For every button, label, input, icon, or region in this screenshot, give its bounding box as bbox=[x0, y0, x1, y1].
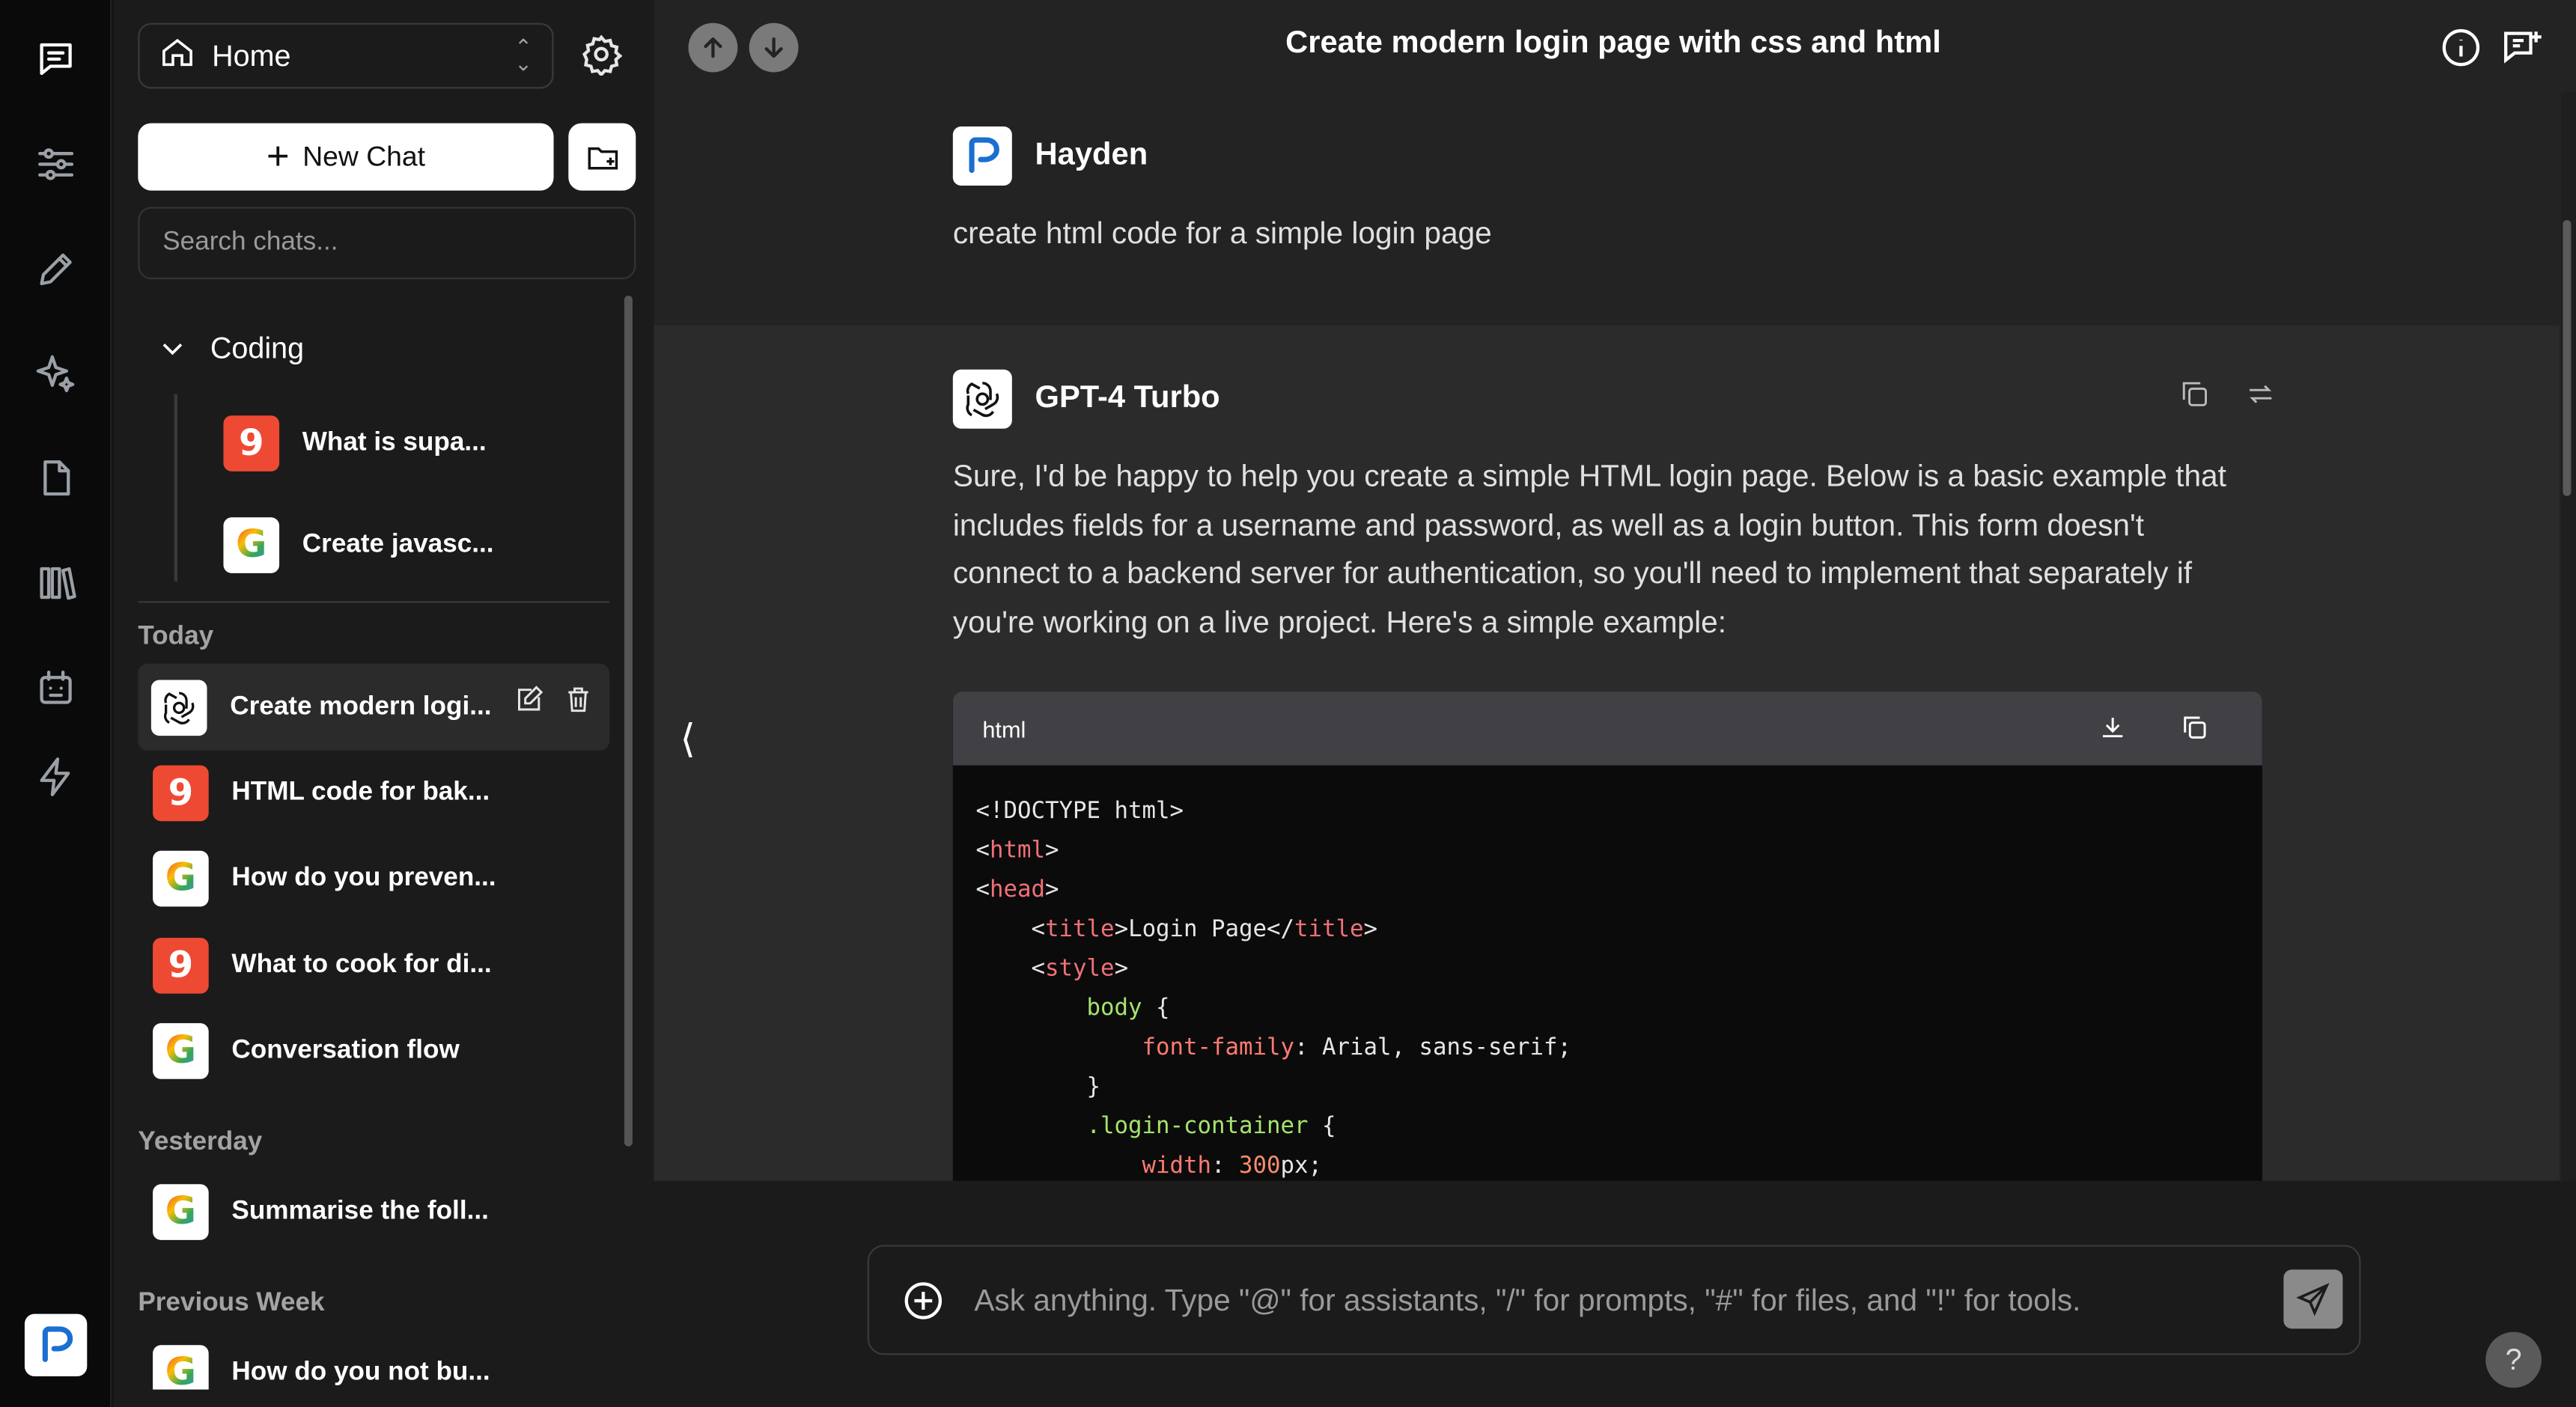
message-actions bbox=[2178, 378, 2277, 411]
pencil-icon[interactable] bbox=[26, 239, 85, 299]
model-avatar-icon: 9 bbox=[153, 938, 209, 994]
list-item[interactable]: 9 What is supa... bbox=[223, 406, 487, 481]
model-avatar-icon: 9 bbox=[153, 765, 209, 822]
list-item-active[interactable]: Create modern logi... bbox=[138, 663, 610, 751]
message-text: Sure, I'd be happy to help you create a … bbox=[952, 458, 2226, 639]
edit-icon[interactable] bbox=[514, 685, 544, 715]
chevron-down-icon bbox=[158, 333, 188, 363]
collapse-sidebar-icon[interactable]: ⟨ bbox=[680, 716, 696, 764]
regenerate-icon[interactable] bbox=[2244, 378, 2277, 411]
chat-list[interactable]: Coding 9 What is supa... G Create javasc… bbox=[138, 305, 636, 1390]
workspace-select[interactable]: Home ⌃ ⌄ bbox=[138, 22, 554, 89]
chat-header: Create modern login page with css and ht… bbox=[654, 0, 2576, 92]
page-title: Create modern login page with css and ht… bbox=[1285, 26, 1941, 61]
chat-item-label: Create javasc... bbox=[302, 530, 494, 559]
list-item[interactable]: 9 HTML code for bak... bbox=[153, 755, 490, 831]
home-icon bbox=[159, 34, 195, 78]
send-button[interactable] bbox=[2283, 1269, 2343, 1329]
divider bbox=[138, 601, 610, 603]
code-block: html <!DOCTYPE html> <html> <head> <titl… bbox=[952, 691, 2262, 1181]
workspace-label: Home bbox=[212, 38, 291, 72]
gear-icon[interactable] bbox=[576, 30, 626, 79]
code-header: html bbox=[952, 691, 2262, 766]
add-attachment-icon[interactable] bbox=[902, 1280, 945, 1322]
sidebar-scrollbar[interactable] bbox=[624, 296, 633, 1147]
download-icon[interactable] bbox=[2098, 712, 2128, 742]
chat-sidebar: Home ⌃⌄ + New Chat Coding 9 What is su bbox=[113, 0, 654, 1407]
chat-item-label: How do you not bu... bbox=[231, 1358, 490, 1387]
help-button[interactable]: ? bbox=[2485, 1331, 2542, 1388]
copy-icon[interactable] bbox=[2178, 378, 2211, 411]
code-content[interactable]: <!DOCTYPE html> <html> <head> <title>Log… bbox=[953, 766, 2262, 1181]
chat-main: Create modern login page with css and ht… bbox=[654, 0, 2576, 1407]
model-avatar-icon: 9 bbox=[223, 415, 280, 471]
code-language: html bbox=[982, 715, 1026, 742]
sliders-icon[interactable] bbox=[26, 135, 85, 194]
google-icon: G bbox=[153, 1345, 209, 1390]
new-chat-label: New Chat bbox=[302, 140, 426, 172]
file-icon[interactable] bbox=[26, 448, 85, 507]
user-message: Hayden create html code for a simple log… bbox=[654, 91, 2560, 326]
user-avatar bbox=[952, 126, 1012, 186]
section-label-yesterday: Yesterday bbox=[138, 1128, 263, 1156]
chevron-updown-icon: ⌃ ⌄ bbox=[514, 34, 533, 76]
list-item[interactable]: G How do you preven... bbox=[153, 841, 496, 917]
google-icon: G bbox=[153, 850, 209, 907]
message-sender: Hayden bbox=[952, 126, 1148, 186]
folder-coding[interactable]: Coding bbox=[158, 322, 304, 374]
list-item[interactable]: G Summarise the foll... bbox=[153, 1174, 489, 1250]
chat-item-label: Conversation flow bbox=[231, 1036, 460, 1065]
folder-name: Coding bbox=[210, 331, 305, 364]
info-icon[interactable] bbox=[2440, 26, 2482, 69]
sender-name: Hayden bbox=[1035, 138, 1148, 173]
chat-item-label: What is supa... bbox=[302, 428, 487, 457]
plus-icon: + bbox=[266, 133, 290, 179]
list-item[interactable]: G How do you not bu... bbox=[153, 1335, 490, 1390]
section-label-previous-week: Previous Week bbox=[138, 1289, 325, 1318]
search-input[interactable] bbox=[138, 207, 636, 280]
sparkles-icon[interactable] bbox=[26, 344, 85, 403]
app-logo[interactable] bbox=[24, 1313, 88, 1377]
list-item[interactable]: 9 What to cook for di... bbox=[153, 928, 492, 1004]
trash-icon[interactable] bbox=[564, 685, 594, 715]
list-item[interactable]: G Create javasc... bbox=[223, 507, 494, 583]
chat-item-label: What to cook for di... bbox=[231, 950, 492, 979]
chat-item-label: HTML code for bak... bbox=[231, 778, 490, 807]
new-folder-button[interactable] bbox=[568, 123, 636, 191]
new-chat-button[interactable]: + New Chat bbox=[138, 123, 554, 191]
chat-item-label: Create modern logi... bbox=[230, 692, 492, 721]
sender-name: GPT-4 Turbo bbox=[1035, 381, 1220, 416]
bot-icon[interactable] bbox=[26, 659, 85, 718]
google-icon: G bbox=[153, 1184, 209, 1240]
composer-area: ? bbox=[654, 1180, 2576, 1407]
openai-icon bbox=[150, 679, 207, 736]
chat-bubble-icon[interactable] bbox=[26, 30, 85, 89]
new-message-icon[interactable] bbox=[2500, 26, 2543, 69]
folder-tree-line bbox=[174, 394, 178, 582]
google-icon: G bbox=[153, 1023, 209, 1079]
message-sender: GPT-4 Turbo bbox=[952, 369, 1220, 429]
copy-icon[interactable] bbox=[2180, 712, 2210, 742]
section-label-today: Today bbox=[138, 622, 214, 651]
chat-scrollbar[interactable] bbox=[2561, 91, 2576, 1181]
list-item[interactable]: G Conversation flow bbox=[153, 1013, 460, 1089]
message-input[interactable] bbox=[974, 1269, 2240, 1332]
message-text: create html code for a simple login page bbox=[952, 215, 1492, 250]
folder-plus-icon bbox=[587, 146, 618, 169]
icon-rail bbox=[0, 0, 112, 1407]
library-icon[interactable] bbox=[26, 554, 85, 613]
assistant-message: GPT-4 Turbo Sure, I'd be happy to help y… bbox=[654, 325, 2560, 1181]
google-icon: G bbox=[223, 517, 280, 573]
openai-icon bbox=[952, 369, 1012, 429]
bolt-icon[interactable] bbox=[26, 748, 85, 807]
composer bbox=[867, 1245, 2361, 1355]
chat-item-label: How do you preven... bbox=[231, 864, 496, 892]
send-icon bbox=[2296, 1283, 2330, 1316]
chat-item-label: Summarise the foll... bbox=[231, 1197, 489, 1226]
